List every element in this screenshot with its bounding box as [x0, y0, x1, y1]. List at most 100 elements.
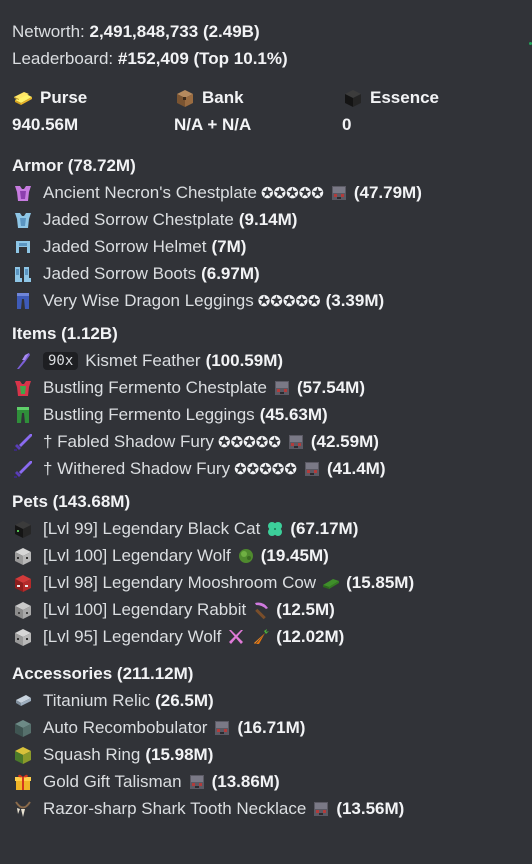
inventory-item-name: † Withered Shadow Fury: [43, 458, 231, 478]
balance-labels: Purse Bank Essence: [12, 84, 522, 111]
purse-label: Purse: [40, 88, 88, 107]
bank-label: Bank: [202, 88, 244, 107]
pet-item-value: (19.45M): [260, 545, 329, 565]
black-cat-head-icon: [12, 518, 34, 540]
pet-item-name: [Lvl 95] Legendary Wolf: [43, 626, 222, 646]
accessory-item: Gold Gift Talisman (13.86M): [12, 768, 522, 795]
inventory-item: † Fabled Shadow Fury ✪✪✪✪✪ (42.59M): [12, 428, 522, 455]
inventory-item-value: (100.59M): [205, 350, 284, 370]
recombobulator-skull-icon: [212, 718, 232, 738]
accessory-item-name: Titanium Relic: [43, 690, 151, 710]
accessory-item-value: (16.71M): [237, 717, 306, 737]
purse-value: 940.56M: [12, 115, 79, 134]
accessory-item-name: Auto Recombobulator: [43, 717, 208, 737]
inventory-item: Bustling Fermento Leggings (45.63M): [12, 401, 522, 428]
armor-section-title: Armor (78.72M): [12, 156, 136, 175]
feather-icon: [12, 350, 34, 372]
pet-item: [Lvl 100] Legendary Rabbit (12.5M): [12, 596, 522, 623]
pet-item-name: [Lvl 98] Legendary Mooshroom Cow: [43, 572, 317, 592]
star-rating: ✪✪✪✪✪: [257, 292, 321, 310]
star-rating: ✪✪✪✪✪: [260, 184, 324, 202]
inventory-item-value: (45.63M): [259, 404, 328, 424]
essence-value: 0: [342, 115, 352, 134]
mooshroom-head-icon: [12, 572, 34, 594]
networth-line: Networth: 2,491,848,733 (2.49B): [12, 18, 522, 45]
pet-item-name: [Lvl 99] Legendary Black Cat: [43, 518, 261, 538]
networth-value: 2,491,848,733: [89, 22, 199, 41]
carrot-icon: [251, 627, 271, 647]
accessory-item-name: Gold Gift Talisman: [43, 771, 182, 791]
leaderboard-value: #152,409: [117, 49, 189, 68]
armor-item-value: (3.39M): [325, 290, 385, 310]
bank-label-group: Bank: [174, 84, 342, 111]
balance-values: 940.56M N/A + N/A 0: [12, 111, 522, 138]
armor-item-name: Jaded Sorrow Chestplate: [43, 209, 234, 229]
necklace-icon: [12, 798, 34, 820]
armor-item-name: Jaded Sorrow Helmet: [43, 236, 207, 256]
pickaxe-icon: [251, 600, 271, 620]
accessory-item: Squash Ring (15.98M): [12, 741, 522, 768]
pet-item-name: [Lvl 100] Legendary Wolf: [43, 545, 231, 565]
chestplate-icon: [12, 182, 34, 204]
leaderboard-top: (Top 10.1%): [193, 49, 288, 68]
armor-item: Jaded Sorrow Helmet (7M): [12, 233, 522, 260]
leaderboard-label: Leaderboard:: [12, 49, 114, 68]
boots-icon: [12, 263, 34, 285]
wolf-head-icon: [12, 545, 34, 567]
armor-item-value: (9.14M): [238, 209, 298, 229]
star-rating: ✪✪✪✪✪: [234, 460, 297, 478]
armor-item-value: (7M): [211, 236, 247, 256]
skull-icon: [12, 717, 34, 739]
relic-icon: [12, 690, 34, 712]
essence-block-icon: [342, 88, 364, 108]
bank-value: N/A + N/A: [174, 115, 252, 134]
accessory-item-value: (13.86M): [211, 771, 280, 791]
inventory-item: Bustling Fermento Chestplate (57.54M): [12, 374, 522, 401]
gold-ingot-icon: [12, 88, 34, 108]
accessory-item-value: (15.98M): [145, 744, 214, 764]
essence-label-group: Essence: [342, 84, 504, 111]
inventory-item: 90x Kismet Feather (100.59M): [12, 347, 522, 374]
sword-icon: [12, 431, 34, 453]
pet-item-held-icon: [236, 546, 256, 566]
leaderboard-line: Leaderboard: #152,409 (Top 10.1%): [12, 45, 522, 72]
inventory-item-name: Kismet Feather: [85, 350, 201, 370]
networth-short: (2.49B): [202, 22, 260, 41]
recombobulator-skull-icon: [187, 772, 207, 792]
quantity-badge: 90x: [43, 351, 79, 370]
accessory-item: Auto Recombobulator (16.71M): [12, 714, 522, 741]
pet-item: [Lvl 95] Legendary Wolf (12.02M): [12, 623, 522, 650]
crossed-swords-icon: [226, 627, 246, 647]
inventory-item-value: (57.54M): [296, 377, 365, 397]
armor-item-value: (6.97M): [201, 263, 260, 283]
essence-label: Essence: [370, 88, 439, 107]
items-section-title: Items (1.12B): [12, 324, 118, 343]
inventory-item-name: Bustling Fermento Leggings: [43, 404, 255, 424]
networth-label: Networth:: [12, 22, 85, 41]
chestplate-icon: [12, 209, 34, 231]
gift-icon: [12, 771, 34, 793]
accessory-item-name: Squash Ring: [43, 744, 141, 764]
pet-item: [Lvl 98] Legendary Mooshroom Cow (15.85M…: [12, 569, 522, 596]
accessory-item: Titanium Relic (26.5M): [12, 687, 522, 714]
pet-item-value: (12.5M): [276, 599, 335, 619]
ring-icon: [12, 744, 34, 766]
wolf-head-icon: [12, 626, 34, 648]
armor-item-value: (47.79M): [353, 182, 422, 202]
pet-item-value: (12.02M): [276, 626, 345, 646]
inventory-item-name: Bustling Fermento Chestplate: [43, 377, 267, 397]
accessory-item-value: (26.5M): [155, 690, 214, 710]
inventory-item-name: † Fabled Shadow Fury: [43, 431, 215, 451]
armor-item-name: Ancient Necron's Chestplate: [43, 182, 257, 202]
recombobulator-skull-icon: [286, 432, 306, 452]
purse-label-group: Purse: [12, 84, 174, 111]
accessory-item-name: Razor-sharp Shark Tooth Necklace: [43, 798, 307, 818]
star-rating: ✪✪✪✪✪: [218, 433, 281, 451]
pet-item-held-icon: [321, 573, 341, 593]
clover-icon: [265, 519, 285, 539]
chestplate-icon: [12, 377, 34, 399]
armor-item: Jaded Sorrow Chestplate (9.14M): [12, 206, 522, 233]
rabbit-head-icon: [12, 599, 34, 621]
networth-embed: Networth: 2,491,848,733 (2.49B) Leaderbo…: [12, 18, 522, 822]
pet-item: [Lvl 100] Legendary Wolf (19.45M): [12, 542, 522, 569]
